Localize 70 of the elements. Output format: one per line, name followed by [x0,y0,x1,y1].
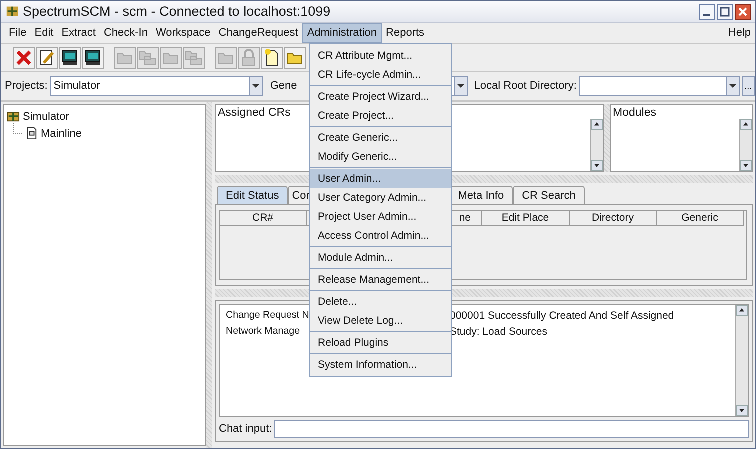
caret-icon[interactable] [726,77,739,95]
scrollbar[interactable] [590,119,603,171]
menu-item[interactable]: Module Admin... [310,248,451,267]
menu-item[interactable]: Workspace [152,23,215,43]
minimize-button[interactable] [699,4,715,20]
tree-item[interactable]: Mainline [41,128,82,140]
project-icon [7,110,20,123]
menu-item[interactable]: View Delete Log... [310,311,451,330]
maximize-button[interactable] [717,4,733,20]
menu-item[interactable]: File [5,23,31,43]
caret-icon[interactable] [454,77,468,95]
menu-item[interactable]: Reload Plugins [310,333,451,352]
arrow-up-icon[interactable] [736,305,748,316]
window-title: SpectrumSCM - scm - Connected to localhost:1099 [23,4,331,19]
menu-item[interactable]: Check-In [100,23,152,43]
monitor-icon[interactable] [59,46,81,68]
column-header[interactable]: Generic [657,211,744,226]
menu-item[interactable]: Edit [30,23,58,43]
column-header[interactable]: Edit Place [482,211,570,226]
log-text: Network Manage [226,326,302,339]
caret-icon[interactable] [249,77,262,95]
menu-item[interactable]: Release Management... [310,270,451,289]
menu-item[interactable]: Create Project Wizard... [310,87,451,106]
scrollbar[interactable] [739,119,752,171]
column-header[interactable]: CR# [220,211,307,226]
menu-item[interactable]: Access Control Admin... [310,226,451,245]
delete-icon[interactable] [13,46,35,68]
pencil-icon[interactable] [36,46,58,68]
chat-input-field[interactable] [274,420,749,438]
folder-icon[interactable] [284,46,306,68]
arrow-down-icon[interactable] [591,160,603,171]
arrow-up-icon[interactable] [591,119,603,130]
menu-item[interactable]: Help [724,23,755,43]
arrow-up-icon[interactable] [740,119,752,130]
arrow-down-icon[interactable] [736,405,748,416]
modules-title: Modules [612,106,658,119]
menu-item[interactable]: Administration [302,23,382,43]
tree-item[interactable]: Simulator [23,110,70,122]
menu-item[interactable]: CR Life-cycle Admin... [310,65,451,84]
menu-item[interactable]: Extract [58,23,100,43]
menu-item[interactable]: System Information... [310,355,451,374]
menu-item[interactable]: CR Attribute Mgmt... [310,46,451,65]
tab[interactable]: Meta Info [449,186,514,204]
menu-item[interactable]: User Category Admin... [310,188,451,207]
monitor-icon[interactable] [82,46,104,68]
menu-item[interactable]: Modify Generic... [310,147,451,166]
projects-label: Projects: [5,80,48,92]
arrow-down-icon[interactable] [740,160,752,171]
local-root-label: Local Root Directory: [474,80,577,92]
browse-button[interactable]: ... [742,76,755,96]
assigned-crs-title: Assigned CRs [217,106,292,119]
chat-input-label: Chat input: [219,423,272,435]
scrollbar[interactable] [735,305,748,416]
close-button[interactable] [735,4,751,20]
menu-item[interactable]: ChangeRequest [214,23,302,43]
menu-item[interactable]: Create Generic... [310,128,451,147]
generic-label: Gene [270,80,298,92]
menu-item[interactable]: Reports [382,23,429,43]
tab[interactable]: Edit Status [217,186,288,204]
log-text: Change Request N [226,310,306,323]
tab[interactable]: CR Search [513,186,585,204]
document-icon [25,127,38,140]
project-dropdown[interactable]: Simulator [50,76,264,96]
menu-item[interactable]: Create Project... [310,106,451,125]
app-icon [5,4,20,19]
menu-item[interactable]: Project User Admin... [310,207,451,226]
menu-item[interactable]: Delete... [310,292,451,311]
column-header[interactable]: Directory [570,211,657,226]
menu-item[interactable]: User Admin... [310,169,451,188]
new-document-icon[interactable] [261,46,283,68]
